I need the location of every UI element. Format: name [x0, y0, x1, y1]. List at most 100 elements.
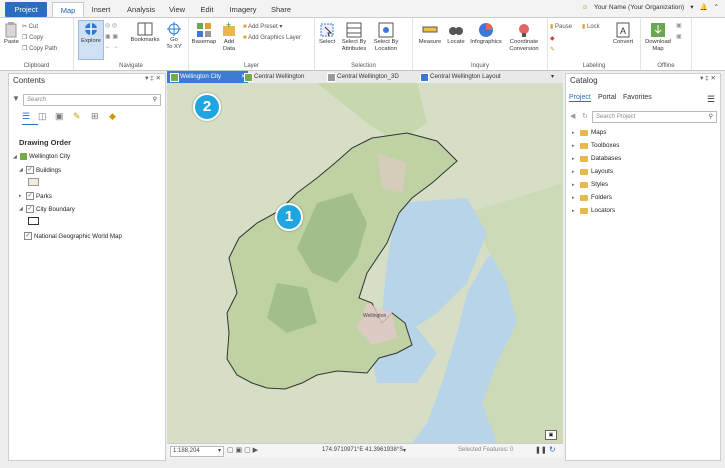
map-view[interactable]: Wellington 1 2 ▣	[167, 83, 563, 443]
selected-features-count: Selected Features: 0	[458, 447, 514, 453]
coordinate-conversion-button[interactable]: Coordinate Conversion	[505, 22, 543, 52]
list-by-drawing-order-icon[interactable]: ☰	[22, 111, 30, 122]
toc-item-buildings[interactable]: ◢ ✓ Buildings	[19, 166, 61, 174]
toc-item-wellington-city[interactable]: ◢ Wellington City	[13, 153, 70, 160]
tab-insert[interactable]: Insert	[88, 2, 114, 17]
tab-central-wellington-layout[interactable]: Central Wellington Layout	[417, 71, 534, 83]
remove-offline-icon[interactable]: ▣	[676, 33, 682, 40]
city-boundary-symbol	[28, 217, 39, 225]
add-graphics-layer-button[interactable]: ■ Add Graphics Layer	[243, 35, 301, 41]
tabs-overflow-icon[interactable]: ▾	[551, 71, 554, 83]
styles-folder-icon	[580, 181, 588, 188]
catalog-item-toolboxes[interactable]: ▸ Toolboxes	[572, 142, 619, 149]
tab-share[interactable]: Share	[268, 2, 294, 17]
filter-icon[interactable]: ▼	[12, 94, 20, 103]
refresh-icon[interactable]: ↻	[549, 445, 556, 454]
expand-icon: ◢	[19, 167, 23, 173]
toc-item-parks[interactable]: ▸ ✓ Parks	[19, 192, 52, 200]
select-by-attributes-button[interactable]: Select By Attributes	[339, 22, 369, 52]
copy-button[interactable]: ❐ Copy	[22, 34, 43, 41]
go-to-xy-button[interactable]: Go To XY	[164, 22, 184, 50]
list-by-labeling-icon[interactable]: ◆	[109, 111, 116, 122]
toc-item-basemap[interactable]: ✓ National Geographic World Map	[24, 232, 122, 240]
copy-path-button[interactable]: ❐ Copy Path	[22, 45, 57, 52]
label-pen-icon[interactable]: ✎	[550, 46, 555, 53]
selection-label: Selection	[351, 63, 376, 69]
notification-icon[interactable]: 🔔	[699, 3, 707, 11]
checkbox-icon: ✓	[26, 192, 34, 200]
search-icon[interactable]: ⚲	[153, 95, 157, 105]
catalog-title: Catalog	[570, 76, 598, 85]
convert-button[interactable]: A Convert	[610, 22, 636, 46]
bookmarks-icon	[137, 22, 153, 36]
contents-pane: Contents ▾ ‡ ✕ ▼ Search ⚲ ☰ ◫ ▣ ✎ ⊞ ◆ Dr…	[8, 73, 166, 461]
back-forward-icon[interactable]: ← →	[105, 44, 119, 50]
catalog-pane-controls[interactable]: ▾ ‡ ✕	[700, 74, 716, 82]
tab-central-wellington[interactable]: Central Wellington	[241, 71, 334, 83]
measure-button[interactable]: Measure	[417, 22, 443, 46]
catalog-item-layouts[interactable]: ▸ Layouts	[572, 168, 613, 175]
infographics-button[interactable]: Infographics	[469, 22, 503, 46]
catalog-item-locators[interactable]: ▸ Locators	[572, 207, 615, 214]
layouts-folder-icon	[580, 168, 588, 175]
label-tool-icon[interactable]: ◆	[550, 35, 555, 42]
catalog-item-maps[interactable]: ▸ Maps	[572, 129, 606, 136]
refresh-catalog-icon[interactable]: ↻	[582, 112, 588, 120]
scale-selector[interactable]: 1:188,204 ▾	[170, 446, 224, 457]
tab-map[interactable]: Map	[52, 2, 84, 18]
toc-item-city-boundary[interactable]: ◢ ✓ City Boundary	[19, 205, 75, 213]
catalog-tab-favorites[interactable]: Favorites	[623, 94, 652, 101]
catalog-item-folders[interactable]: ▸ Folders	[572, 194, 612, 201]
catalog-search-input[interactable]: Search Project ⚲	[592, 111, 717, 123]
dropdown-icon[interactable]: ▾	[690, 3, 693, 11]
tab-view[interactable]: View	[166, 2, 188, 17]
zoom-tools-icon[interactable]: ◎ ◎	[105, 22, 117, 29]
map-canvas[interactable]: Wellington	[167, 83, 563, 443]
catalog-tab-portal[interactable]: Portal	[598, 94, 616, 101]
sync-icon[interactable]: ▣	[676, 22, 682, 29]
pause-button[interactable]: ▮ Pause	[550, 23, 572, 30]
tab-imagery[interactable]: Imagery	[227, 2, 259, 17]
catalog-item-styles[interactable]: ▸ Styles	[572, 181, 608, 188]
locate-button[interactable]: Locate	[445, 22, 467, 46]
bookmarks-button[interactable]: Bookmarks	[129, 22, 161, 44]
list-by-snapping-icon[interactable]: ⊞	[91, 111, 99, 122]
list-by-editing-icon[interactable]: ✎	[73, 111, 81, 122]
search-icon[interactable]: ⚲	[709, 112, 713, 122]
contents-search-input[interactable]: Search ⚲	[23, 94, 161, 106]
contents-pane-controls[interactable]: ▾ ‡ ✕	[145, 74, 161, 82]
cut-button[interactable]: ✂ Cut	[22, 23, 38, 30]
select-by-location-button[interactable]: Select By Location	[371, 22, 401, 52]
download-map-icon	[651, 23, 665, 37]
coordinate-format-icon[interactable]: ▾	[403, 447, 406, 454]
map-view-tabs: Wellington City ✕ Central Wellington Cen…	[167, 71, 563, 83]
tab-project[interactable]: Project	[5, 2, 47, 17]
full-extent-icon[interactable]: ▣ ▣	[105, 33, 118, 40]
paste-button[interactable]: Paste	[4, 22, 19, 46]
user-name[interactable]: Your Name (Your Organization)	[594, 4, 684, 11]
collapse-ribbon-icon[interactable]: ⌃	[714, 3, 719, 11]
checkbox-icon: ✓	[26, 205, 34, 213]
catalog-pane: Catalog ▾ ‡ ✕ Project Portal Favorites ☰…	[565, 73, 721, 461]
back-icon[interactable]: ◀	[570, 112, 575, 120]
basemap-button[interactable]: Basemap	[191, 22, 217, 46]
catalog-tab-project[interactable]: Project	[569, 94, 591, 102]
download-map-button[interactable]: Download Map	[643, 22, 673, 52]
tab-central-wellington-3d[interactable]: Central Wellington_3D	[324, 71, 427, 83]
lock-button[interactable]: ▮ Lock	[582, 23, 600, 30]
add-preset-button[interactable]: ■ Add Preset ▾	[243, 23, 282, 30]
add-data-button[interactable]: + Add Data	[219, 22, 239, 52]
select-button[interactable]: Select	[317, 22, 337, 46]
overview-map-icon[interactable]: ▣	[545, 430, 557, 440]
catalog-menu-icon[interactable]: ☰	[707, 94, 715, 105]
status-tools-icon[interactable]: ▢ ▣ ▢ ▶	[227, 446, 258, 454]
explore-button[interactable]: Explore	[78, 20, 104, 60]
tab-analysis[interactable]: Analysis	[124, 2, 158, 17]
tab-edit[interactable]: Edit	[197, 2, 217, 17]
drawing-order-heading: Drawing Order	[19, 138, 72, 147]
catalog-item-databases[interactable]: ▸ Databases	[572, 155, 621, 162]
list-by-selection-icon[interactable]: ▣	[55, 111, 64, 122]
list-by-source-icon[interactable]: ◫	[38, 111, 47, 122]
pause-drawing-icon[interactable]: ❚❚	[535, 446, 547, 454]
tab-wellington-city[interactable]: Wellington City ✕	[167, 71, 248, 83]
